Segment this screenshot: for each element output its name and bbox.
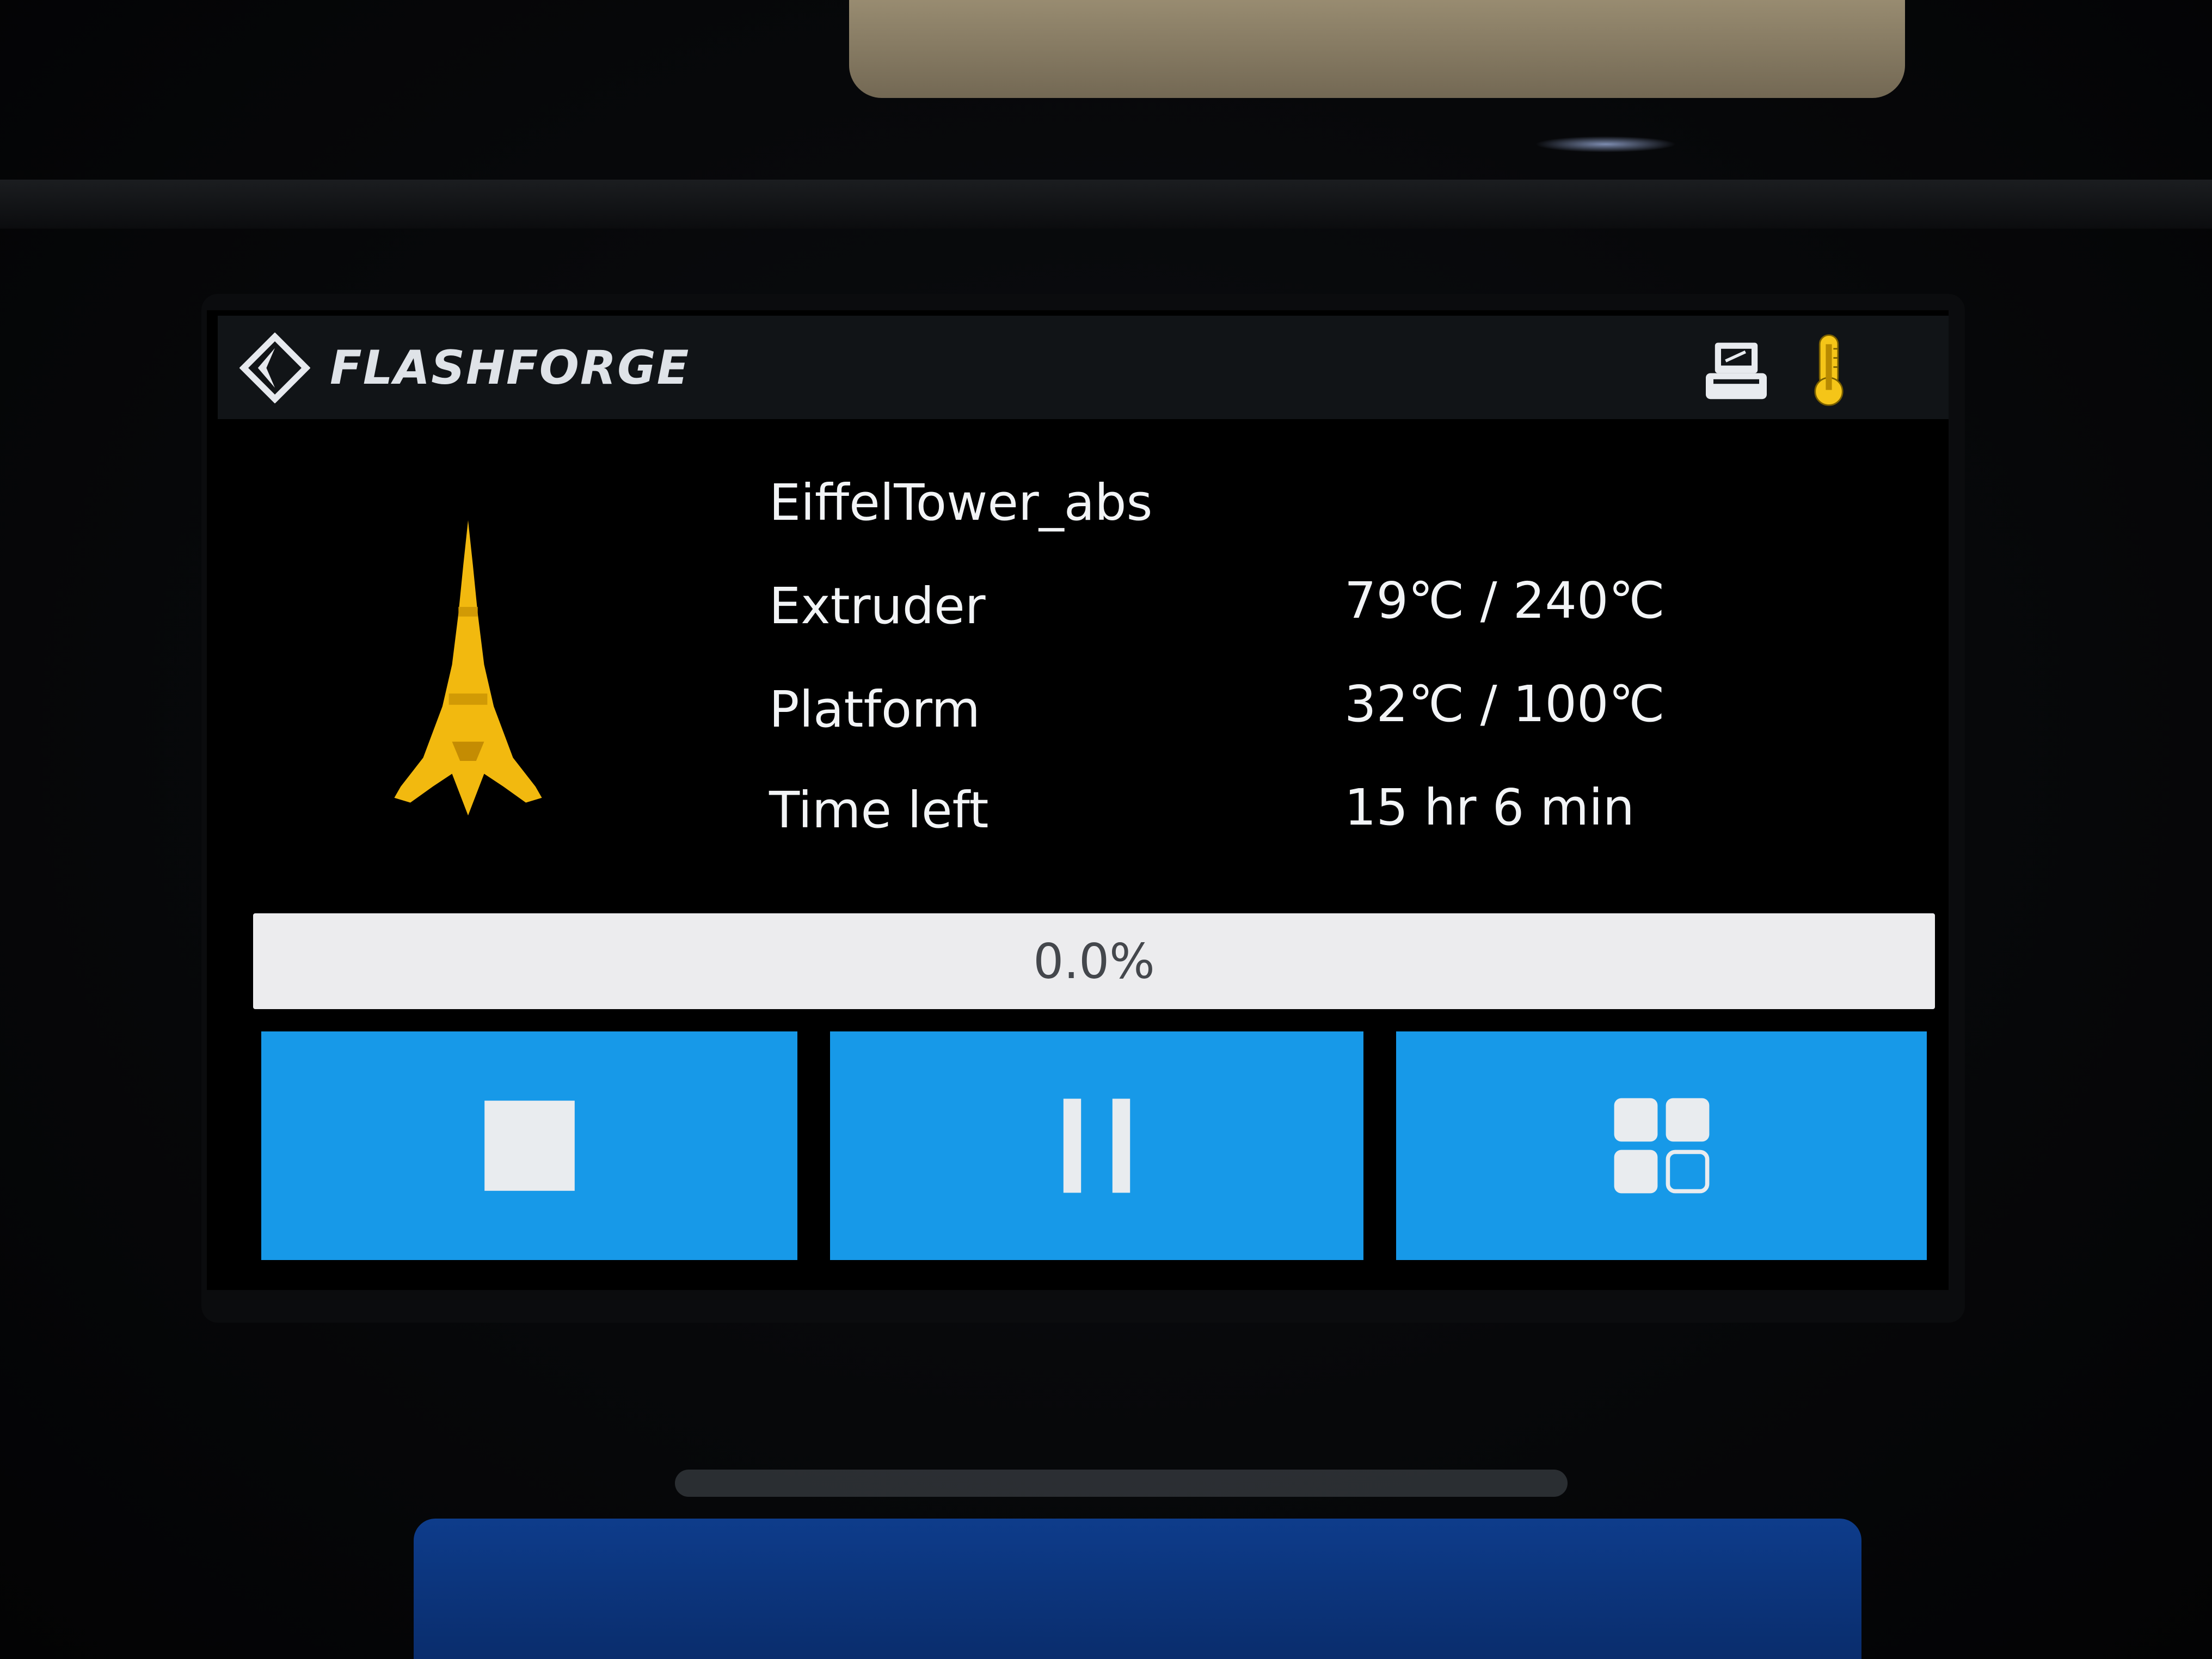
brand-logo: FLASHFORGE [239,333,690,403]
menu-button[interactable] [1396,1031,1927,1260]
pause-button[interactable] [830,1031,1363,1260]
print-progress-bar: 0.0% [253,913,1935,1009]
menu-grid-icon [1614,1098,1709,1194]
photo-scene: FLASHFORGE EiffelTower_abs Extruder 79℃ … [0,0,2212,1659]
printer-top-part [849,0,1905,98]
progress-percent: 0.0% [1033,933,1155,990]
printer-blue-base [414,1519,1861,1659]
stop-button[interactable] [261,1031,797,1260]
extruder-label: Extruder [769,577,986,635]
printer-frame-rail [0,180,2212,229]
time-left-label: Time left [769,781,989,839]
pause-icon [1063,1098,1130,1193]
brand-name: FLASHFORGE [330,341,690,395]
platform-temperature: 32℃ / 100℃ [1344,675,1665,733]
eiffel-tower-model-preview [394,520,542,816]
file-name: EiffelTower_abs [769,474,1153,532]
touch-screen: FLASHFORGE EiffelTower_abs Extruder 79℃ … [207,310,1949,1290]
platform-label: Platform [769,680,980,739]
flashforge-diamond-logo-icon [239,333,310,403]
printer-icon[interactable] [1698,332,1774,408]
printer-lower-trim [675,1470,1568,1497]
thermometer-icon[interactable] [1791,332,1867,408]
stop-icon [484,1101,575,1191]
light-reflection [1535,136,1676,152]
header-bar: FLASHFORGE [218,316,1949,419]
extruder-temperature: 79℃ / 240℃ [1344,572,1665,630]
time-left-value: 15 hr 6 min [1344,778,1635,837]
